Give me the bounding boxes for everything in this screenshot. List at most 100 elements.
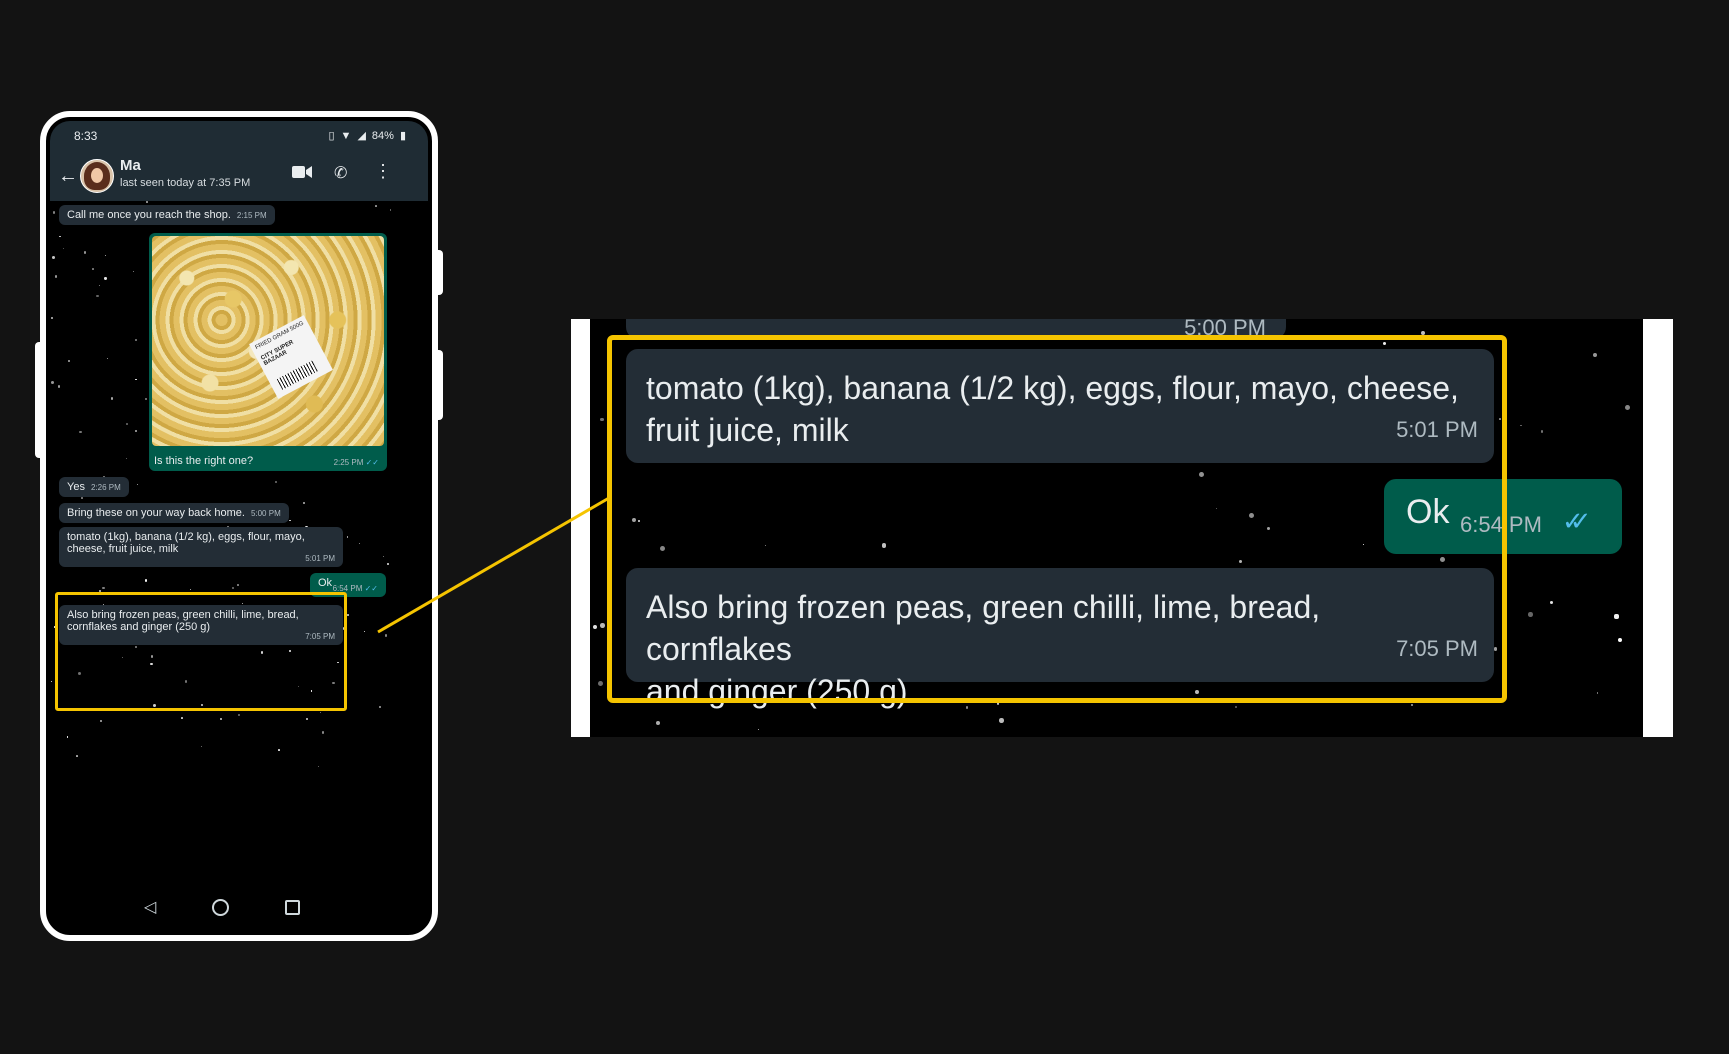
star (238, 714, 241, 717)
star (237, 583, 239, 586)
star (1421, 330, 1426, 335)
star (83, 251, 87, 254)
star (389, 209, 392, 211)
star (54, 275, 58, 278)
wifi-icon: ▼ (340, 129, 352, 142)
star (50, 317, 54, 320)
chat-area[interactable]: Call me once you reach the shop. 2:15 PM … (50, 201, 428, 777)
star (51, 255, 55, 259)
message-time: 2:15 PM (236, 211, 267, 220)
star (144, 579, 148, 583)
star (99, 719, 103, 722)
star (592, 624, 597, 629)
star (1550, 600, 1554, 605)
zoom-highlight-box (607, 335, 1507, 703)
star (289, 519, 291, 522)
star (110, 397, 114, 400)
star (92, 268, 94, 270)
message-time: 2:26 PM (90, 483, 121, 492)
star (181, 717, 183, 719)
star (67, 736, 69, 738)
star (135, 430, 138, 433)
star (52, 211, 55, 214)
photo-message[interactable]: FRIED GRAM 500G CITY SUPER BAZAAR Is thi… (149, 233, 387, 471)
status-time: 8:33 (74, 129, 98, 143)
star (346, 535, 349, 538)
star (1593, 353, 1597, 358)
star (384, 634, 388, 638)
star (126, 457, 128, 459)
read-ticks-icon: ✓✓ (1562, 506, 1591, 536)
star (597, 680, 603, 686)
nav-back-icon[interactable]: ◁ (144, 897, 156, 917)
star (62, 247, 65, 249)
star (382, 555, 384, 557)
star (146, 201, 149, 203)
product-photo[interactable]: FRIED GRAM 500G CITY SUPER BAZAAR (152, 236, 384, 446)
message-bubble[interactable]: tomato (1kg), banana (1/2 kg), eggs, flo… (59, 527, 343, 567)
back-arrow-icon[interactable]: ← (58, 165, 78, 188)
star (1614, 614, 1619, 619)
message-bubble[interactable]: Call me once you reach the shop. 2:15 PM (59, 205, 275, 225)
star (386, 563, 389, 566)
star (599, 622, 605, 628)
star (1520, 424, 1522, 427)
contact-name[interactable]: Ma (120, 157, 141, 174)
message-bubble[interactable]: Yes 2:26 PM (59, 477, 129, 497)
star (347, 614, 350, 617)
star (655, 721, 660, 726)
star (104, 255, 107, 257)
star (1540, 429, 1544, 433)
star (305, 717, 308, 720)
star (59, 235, 61, 238)
star (79, 430, 82, 434)
last-seen: last seen today at 7:35 PM (120, 177, 251, 189)
star (144, 397, 147, 400)
product-label: FRIED GRAM 500G CITY SUPER BAZAAR (249, 315, 333, 399)
phone-call-icon[interactable]: ✆ (334, 163, 347, 183)
message-text: Yes (67, 481, 85, 493)
star (375, 204, 377, 207)
status-bar: 8:33 ▯ ▼ ◢ 84% ▮ (50, 121, 428, 149)
star (1596, 692, 1599, 694)
star (1528, 612, 1533, 617)
message-time: 5:01 PM (305, 554, 335, 563)
phone-frame: 8:33 ▯ ▼ ◢ 84% ▮ ← Ma last seen today at… (40, 111, 438, 941)
signal-icon: ◢ (357, 130, 366, 142)
star (137, 484, 139, 486)
message-text: tomato (1kg), banana (1/2 kg), eggs, flo… (67, 531, 305, 555)
star (302, 501, 306, 505)
barcode (276, 360, 318, 390)
vibrate-icon: ▯ (328, 130, 335, 142)
star (135, 339, 137, 341)
star (51, 680, 53, 683)
battery-icon: ▮ (399, 130, 406, 142)
message-bubble[interactable]: Bring these on your way back home. 5:00 P… (59, 503, 289, 523)
star (999, 718, 1004, 723)
star (50, 380, 54, 384)
star (358, 542, 361, 545)
star (102, 586, 105, 590)
star (317, 766, 319, 768)
star (319, 711, 321, 714)
star (321, 731, 325, 735)
avatar[interactable] (80, 159, 114, 193)
message-text: Ok (318, 577, 333, 589)
chat-header: ← Ma last seen today at 7:35 PM ✆ ⋮ (50, 149, 428, 201)
star (190, 589, 192, 591)
star (1624, 405, 1630, 411)
message-text: Call me once you reach the shop. (67, 209, 231, 221)
nav-recents-icon[interactable] (285, 900, 300, 915)
message-text: Bring these on your way back home. (67, 507, 245, 519)
photo-caption: Is this the right one? (154, 455, 254, 467)
nav-home-icon[interactable] (212, 899, 229, 916)
highlight-box (55, 592, 347, 711)
star (277, 748, 280, 751)
star (125, 423, 128, 426)
read-ticks-icon: ✓✓ (364, 584, 378, 593)
star (96, 294, 100, 298)
star (98, 284, 101, 286)
star (106, 358, 109, 360)
video-call-icon[interactable] (292, 165, 312, 179)
more-options-icon[interactable]: ⋮ (374, 161, 392, 182)
